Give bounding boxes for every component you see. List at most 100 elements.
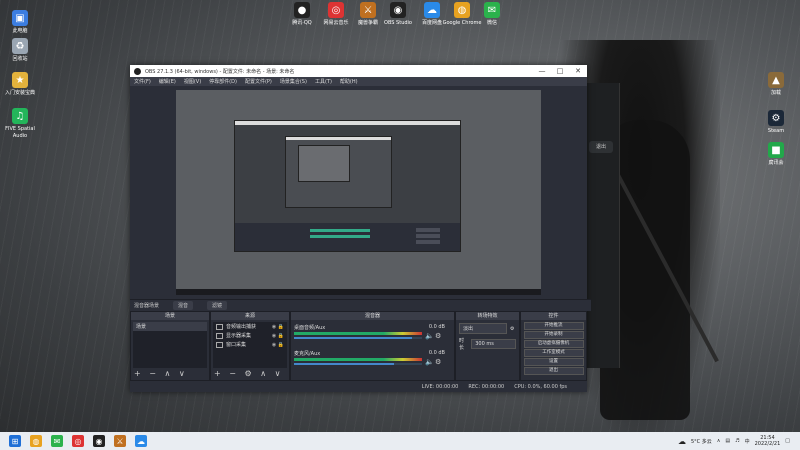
source-type-icon [216, 332, 223, 339]
nested-preview-level3 [298, 145, 350, 182]
source-item[interactable]: 显示器采集 ◉ 🔒 [213, 331, 287, 340]
mixer-channel-name: 桌面音频/Aux [294, 325, 326, 331]
source-label: 窗口采集 [226, 342, 247, 348]
volume-meter [294, 358, 422, 361]
scene-item[interactable]: 场景 [133, 322, 207, 331]
volume-slider[interactable] [294, 337, 422, 339]
control-button[interactable]: 启动虚拟摄像机 [523, 340, 584, 348]
nested-preview-level2 [285, 136, 392, 208]
desktop-shortcut[interactable]: ■ 腐讯会 [756, 142, 796, 167]
source-item[interactable]: 窗口采集 ◉ 🔒 [213, 340, 287, 349]
tab-filters[interactable]: 滤镜 [207, 301, 228, 310]
minimize-icon[interactable]: — [533, 67, 551, 75]
menu-item[interactable]: 文件(F) [134, 78, 151, 85]
mixer-header: 混音器 [291, 312, 454, 320]
tray-arrow-icon[interactable]: ∧ [717, 438, 721, 444]
weather-text[interactable]: 5°C 多云 [691, 438, 712, 445]
menu-item[interactable]: 配置文件(P) [245, 78, 272, 85]
sources-dock: 来源 音频输出捕获 ◉ 🔒 显示器采集 ◉ 🔒 窗口采集 ◉ 🔒 + − ⚙ ∧ ∨ [210, 311, 290, 381]
obs-icon[interactable]: ◉ [93, 435, 105, 447]
volume-icon[interactable]: ♬ [735, 438, 739, 444]
audio-app-icon: ♫ [12, 108, 28, 124]
scenes-list[interactable]: 场景 [133, 322, 207, 368]
control-button[interactable]: 开始推流 [523, 322, 584, 330]
obs-logo-icon [134, 67, 141, 75]
visibility-icon[interactable]: ◉ 🔒 [272, 333, 284, 339]
game-icon[interactable]: ⚔ [114, 435, 126, 447]
menu-item[interactable]: 编辑(E) [159, 78, 176, 85]
desktop-shortcut-label: 此电脑 [12, 28, 28, 34]
obs-title: OBS 27.1.3 (64-bit, windows) - 配置文件: 未命名… [145, 68, 295, 75]
network-icon[interactable]: ▤ [725, 438, 730, 444]
control-button[interactable]: 退出 [523, 367, 584, 375]
obs-icon: ◉ [390, 2, 406, 18]
system-tray: ☁ 5°C 多云 ∧ ▤ ♬ 中 21:54 2022/2/21 □ [678, 432, 790, 450]
close-icon[interactable]: ✕ [569, 67, 587, 75]
control-button[interactable]: 工作室模式 [523, 349, 584, 357]
desktop-shortcut-label: FIVE Spatial Audio [5, 126, 35, 139]
transitions-dock: 转场特效 淡出 ⚙ 时长 300 ms [455, 311, 520, 381]
desktop-shortcut-label: Steam [767, 128, 785, 134]
notification-icon[interactable]: □ [785, 438, 790, 444]
desktop-shortcut[interactable]: ▣ 此电脑 [0, 10, 40, 35]
dock-scene-label: 混音器场景 [134, 303, 160, 309]
volume-slider[interactable] [294, 363, 422, 365]
channel-gear-icon[interactable]: ⚙ [435, 333, 442, 340]
taskbar: ⊞ ◍ ✉ ◎ ◉ ⚔ ☁ ☁ 5°C 多云 ∧ ▤ ♬ 中 21:54 2022/2/21… [0, 432, 800, 450]
control-button[interactable]: 开始录制 [523, 331, 584, 339]
scenes-toolbar[interactable]: + − ∧ ∨ [134, 369, 188, 378]
mute-icon[interactable]: 🔈 [425, 333, 434, 340]
visibility-icon[interactable]: ◉ 🔒 [272, 342, 284, 348]
netease-music-icon[interactable]: ◎ [72, 435, 84, 447]
sources-list[interactable]: 音频输出捕获 ◉ 🔒 显示器采集 ◉ 🔒 窗口采集 ◉ 🔒 [213, 322, 287, 368]
desktop-shortcut[interactable]: ♻ 回收站 [0, 38, 40, 63]
transition-gear-icon[interactable]: ⚙ [510, 326, 514, 332]
side-app-exit-button[interactable]: 退出 [589, 141, 613, 153]
desktop-shortcut[interactable]: ⚙ Steam [756, 110, 796, 135]
obs-preview-canvas[interactable] [176, 90, 541, 295]
weather-icon[interactable]: ☁ [678, 437, 686, 446]
controls-header: 控件 [521, 312, 586, 320]
clock[interactable]: 21:54 2022/2/21 [755, 435, 781, 447]
mixer-dock: 混音器 桌面音频/Aux 0.0 dB 🔈 ⚙ 麦克风/Aux 0.0 dB 🔈 ⚙ [290, 311, 455, 381]
baidu-netdisk-icon[interactable]: ☁ [135, 435, 147, 447]
channel-gear-icon[interactable]: ⚙ [435, 359, 442, 366]
tab-mixer[interactable]: 混音 [173, 301, 194, 310]
transition-type-select[interactable]: 淡出 [459, 323, 507, 334]
desktop-shortcut-label: 入门安装宝典 [4, 90, 35, 96]
desktop-shortcut[interactable]: ✉ 微信 [472, 2, 512, 27]
sources-toolbar[interactable]: + − ⚙ ∧ ∨ [214, 369, 283, 378]
menu-item[interactable]: 视图(V) [184, 78, 201, 85]
wechat-icon[interactable]: ✉ [51, 435, 63, 447]
mixer-channel-name: 麦克风/Aux [294, 351, 321, 357]
side-app-window[interactable]: 退出 [583, 83, 620, 368]
control-button[interactable]: 设置 [523, 358, 584, 366]
mixer-db: 0.0 dB [428, 350, 445, 356]
visibility-icon[interactable]: ◉ 🔒 [272, 324, 284, 330]
menu-item[interactable]: 场景集合(S) [280, 78, 307, 85]
transition-duration-input[interactable]: 300 ms [471, 339, 516, 349]
nested-preview-level1 [234, 120, 461, 252]
desktop-shortcut[interactable]: ★ 入门安装宝典 [0, 72, 40, 97]
recycle-bin-icon: ♻ [12, 38, 28, 54]
menu-item[interactable]: 停靠部件(D) [209, 78, 237, 85]
desktop-shortcut[interactable]: ▲ 加载 [756, 72, 796, 97]
loader-icon: ▲ [768, 72, 784, 88]
chrome-icon[interactable]: ◍ [30, 435, 42, 447]
source-item[interactable]: 音频输出捕获 ◉ 🔒 [213, 322, 287, 331]
ime-indicator[interactable]: 中 [745, 438, 750, 445]
netease-music-icon: ◎ [328, 2, 344, 18]
volume-meter [294, 332, 422, 335]
maximize-icon[interactable]: □ [551, 67, 569, 75]
windows-start-icon[interactable]: ⊞ [9, 435, 21, 447]
desktop-shortcut[interactable]: ♫ FIVE Spatial Audio [0, 108, 40, 140]
source-type-icon [216, 323, 223, 330]
desktop-shortcut-label: 腐讯会 [768, 160, 784, 166]
obs-titlebar[interactable]: OBS 27.1.3 (64-bit, windows) - 配置文件: 未命名… [130, 65, 587, 77]
menu-item[interactable]: 帮助(H) [340, 78, 358, 85]
mute-icon[interactable]: 🔈 [425, 359, 434, 366]
sources-header: 来源 [211, 312, 289, 320]
computer-icon: ▣ [12, 10, 28, 26]
menu-item[interactable]: 工具(T) [315, 78, 332, 85]
obs-window[interactable]: OBS 27.1.3 (64-bit, windows) - 配置文件: 未命名… [130, 65, 591, 392]
